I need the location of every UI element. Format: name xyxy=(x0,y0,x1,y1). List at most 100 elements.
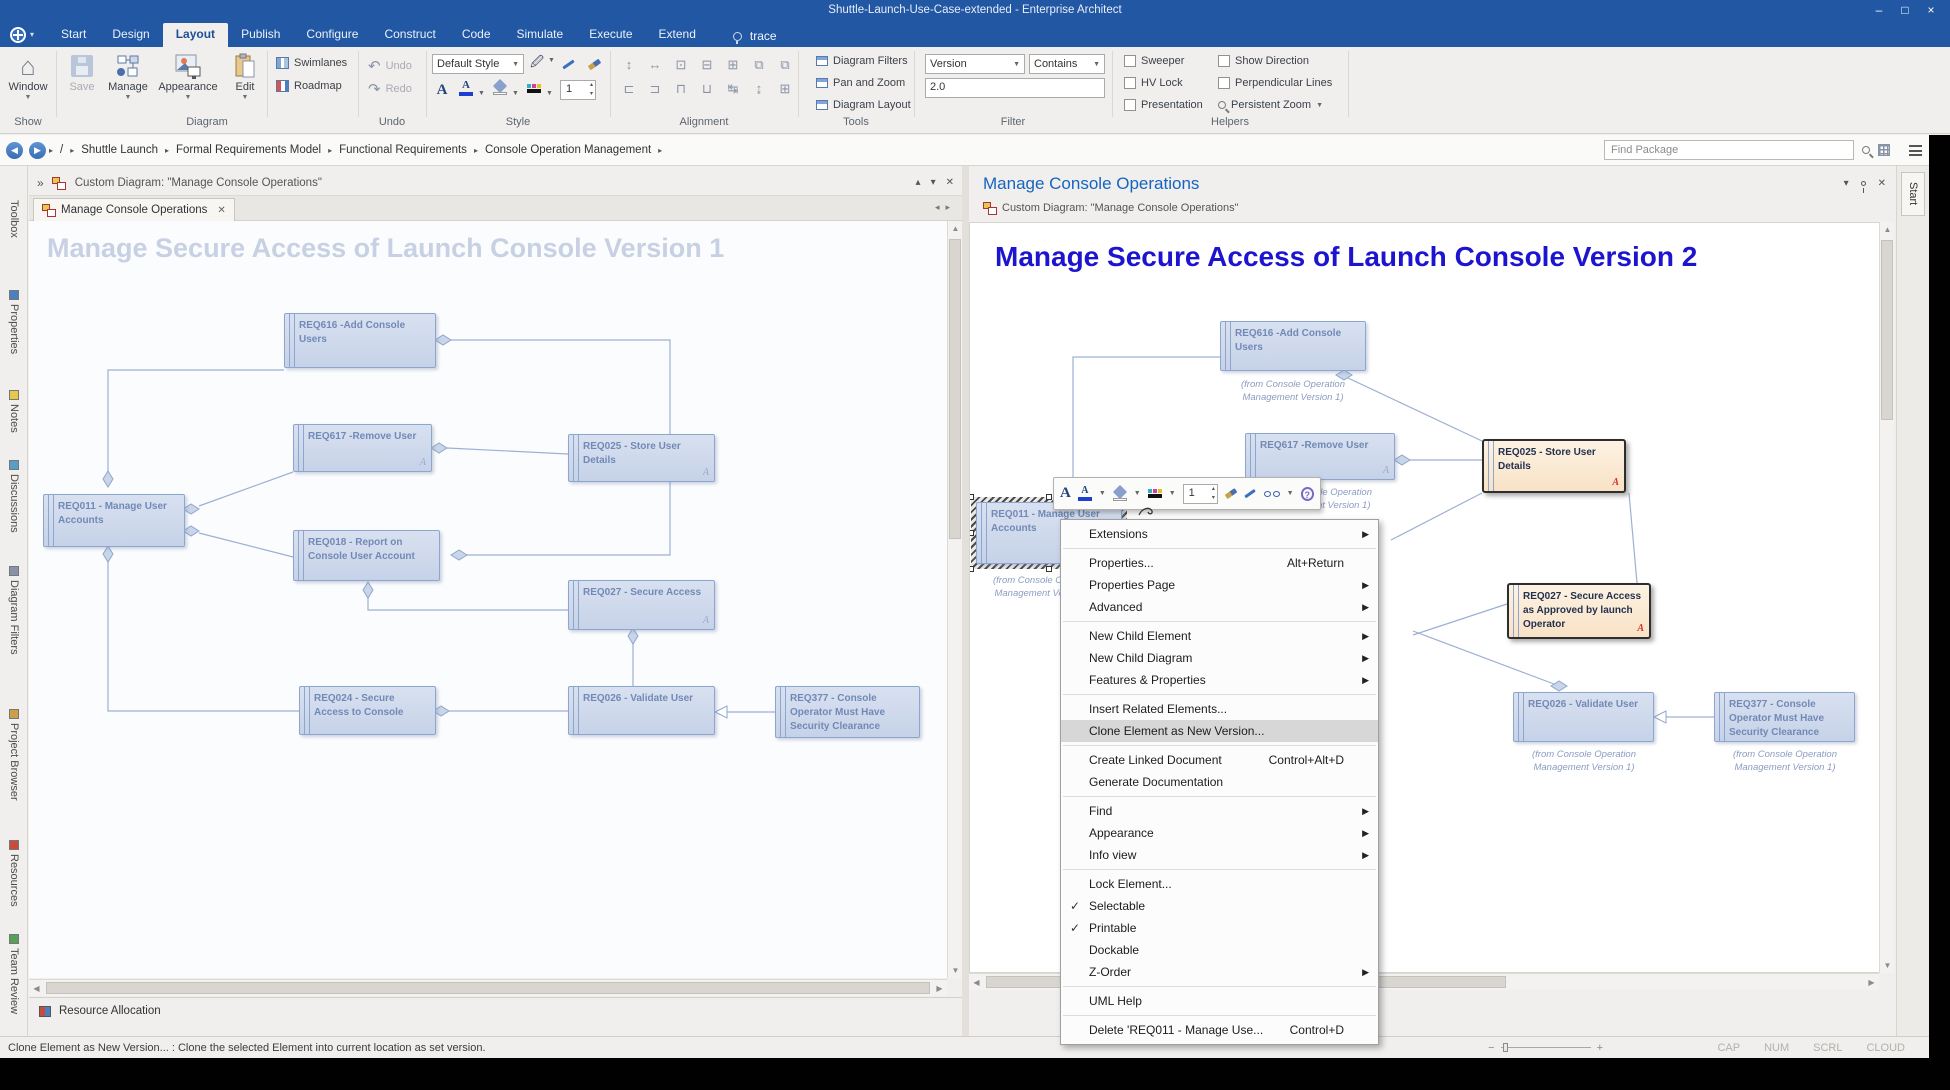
menu-item-dockable[interactable]: Dockable xyxy=(1061,939,1378,961)
grid-view-icon[interactable] xyxy=(1878,144,1890,156)
scroll-left-icon[interactable]: ◀ xyxy=(29,981,44,996)
eyedropper-icon[interactable] xyxy=(558,54,578,74)
left-vertical-scrollbar[interactable]: ▲ ▼ xyxy=(947,221,962,978)
app-logo-icon[interactable] xyxy=(10,27,26,43)
space-across-icon[interactable]: ↹ xyxy=(722,79,744,99)
tab-code[interactable]: Code xyxy=(449,23,504,47)
roadmap-button[interactable]: Roadmap xyxy=(276,80,342,92)
breadcrumb-root[interactable]: / xyxy=(60,144,63,156)
menu-item-new-child-element[interactable]: New Child Element▶ xyxy=(1061,625,1378,647)
format-brush-icon[interactable] xyxy=(1225,488,1238,499)
grid-layout-icon[interactable]: ⊞ xyxy=(774,79,796,99)
requirement-req025[interactable]: REQ025 - Store User DetailsA xyxy=(568,434,715,482)
menu-item-info-view[interactable]: Info view▶ xyxy=(1061,844,1378,866)
maximize-button[interactable]: □ xyxy=(1898,3,1912,17)
tab-extend[interactable]: Extend xyxy=(646,23,709,47)
line-width-stepper[interactable]: 1 xyxy=(1183,484,1218,504)
glasses-caret[interactable]: ▼ xyxy=(1287,490,1294,497)
breadcrumb-item[interactable]: Shuttle Launch xyxy=(81,144,158,156)
zoom-handle[interactable] xyxy=(1503,1043,1508,1052)
tab-construct[interactable]: Construct xyxy=(371,23,448,47)
close-button[interactable]: × xyxy=(1924,3,1938,17)
diagram-filters-button[interactable]: Diagram Filters xyxy=(816,55,908,67)
style-pen-icon[interactable]: 🖉 xyxy=(527,54,547,74)
menu-item-create-linked-document[interactable]: Create Linked DocumentControl+Alt+D xyxy=(1061,749,1378,771)
align-center-v-icon[interactable]: ⊞ xyxy=(722,55,744,75)
font-button[interactable]: A xyxy=(1060,485,1071,502)
sidebar-item-discussions[interactable]: Discussions xyxy=(0,460,28,533)
menu-item-insert-related-elements[interactable]: Insert Related Elements... xyxy=(1061,698,1378,720)
panel-close-icon[interactable]: ✕ xyxy=(1878,178,1886,189)
align-right-icon[interactable]: ⊐ xyxy=(644,79,666,99)
menu-item-properties[interactable]: Properties...Alt+Return xyxy=(1061,552,1378,574)
header-close-icon[interactable]: ✕ xyxy=(946,177,954,188)
sidebar-item-team-review[interactable]: Team Review xyxy=(0,934,28,1014)
same-width-icon[interactable]: ↔ xyxy=(644,55,666,75)
resource-allocation-tab[interactable]: Resource Allocation xyxy=(29,997,962,1024)
font-button[interactable]: A xyxy=(432,80,452,100)
filter-operator-dropdown[interactable]: Contains▼ xyxy=(1029,54,1105,74)
tab-start[interactable]: Start xyxy=(48,23,99,47)
presentation-checkbox[interactable]: Presentation xyxy=(1124,99,1203,111)
eyedropper-icon[interactable] xyxy=(1244,489,1256,499)
menu-item-clone-element-as-new-version[interactable]: Clone Element as New Version... xyxy=(1061,720,1378,742)
nav-back-button[interactable]: ◀ xyxy=(6,142,23,159)
tab-layout[interactable]: Layout xyxy=(163,23,228,47)
filter-value-input[interactable]: 2.0 xyxy=(925,78,1105,98)
perpendicular-lines-checkbox[interactable]: Perpendicular Lines xyxy=(1218,77,1332,89)
visual-style-glasses-icon[interactable] xyxy=(1264,491,1280,497)
minimize-button[interactable]: – xyxy=(1872,3,1886,17)
menu-item-printable[interactable]: ✓Printable xyxy=(1061,917,1378,939)
breadcrumb-item[interactable]: Functional Requirements xyxy=(339,144,467,156)
sidebar-item-toolbox[interactable]: Toolbox xyxy=(0,200,28,238)
format-brush-icon[interactable] xyxy=(584,54,604,74)
same-height-icon[interactable]: ↕ xyxy=(618,55,640,75)
space-down-icon[interactable]: ↨ xyxy=(748,79,770,99)
requirement-req377-v2[interactable]: REQ377 - Console Operator Must Have Secu… xyxy=(1714,692,1855,742)
pan-and-zoom-button[interactable]: Pan and Zoom xyxy=(816,77,905,89)
requirement-req024[interactable]: REQ024 - Secure Access to Console xyxy=(299,686,436,735)
send-backward-icon[interactable]: ⧉ xyxy=(774,55,796,75)
find-package-input[interactable]: Find Package xyxy=(1604,140,1854,160)
default-style-dropdown[interactable]: Default Style▼ xyxy=(432,54,524,74)
right-vertical-scrollbar[interactable]: ▲ ▼ xyxy=(1879,222,1894,973)
sidebar-item-notes[interactable]: Notes xyxy=(0,390,28,433)
zoom-in-icon[interactable]: + xyxy=(1597,1042,1603,1054)
collapse-header-icon[interactable]: ▴ xyxy=(916,177,921,188)
header-dropdown-icon[interactable]: ▾ xyxy=(931,177,936,188)
sidebar-item-resources[interactable]: Resources xyxy=(0,840,28,907)
align-left-icon[interactable]: ⊏ xyxy=(618,79,640,99)
breadcrumb-item[interactable]: Formal Requirements Model xyxy=(176,144,321,156)
nav-forward-button[interactable]: ▶ xyxy=(29,142,46,159)
resize-handle[interactable] xyxy=(1046,566,1052,572)
resize-handle[interactable] xyxy=(969,494,974,500)
align-bottom-icon[interactable]: ⊔ xyxy=(696,79,718,99)
menu-item-selectable[interactable]: ✓Selectable xyxy=(1061,895,1378,917)
menu-item-generate-documentation[interactable]: Generate Documentation xyxy=(1061,771,1378,793)
menu-item-uml-help[interactable]: UML Help xyxy=(1061,990,1378,1012)
fill-color-caret[interactable]: ▼ xyxy=(512,90,519,97)
appearance-button[interactable]: Appearance▼ xyxy=(152,51,224,101)
redo-button[interactable]: ↷Redo xyxy=(368,80,412,98)
line-color-caret[interactable]: ▼ xyxy=(546,90,553,97)
bring-forward-icon[interactable]: ⧉ xyxy=(748,55,770,75)
scroll-down-icon[interactable]: ▼ xyxy=(1880,958,1895,973)
start-dock-tab[interactable]: Start xyxy=(1901,172,1925,216)
undo-button[interactable]: ↶Undo xyxy=(368,57,412,75)
menu-item-appearance[interactable]: Appearance▶ xyxy=(1061,822,1378,844)
font-color-button[interactable]: A xyxy=(1078,486,1092,501)
scroll-up-icon[interactable]: ▲ xyxy=(948,221,963,236)
menu-item-features-properties[interactable]: Features & Properties▶ xyxy=(1061,669,1378,691)
edit-button[interactable]: Edit▼ xyxy=(226,51,264,101)
tab-manage-console-operations[interactable]: Manage Console Operations✕ xyxy=(33,198,235,221)
requirement-req617-v2[interactable]: REQ617 -Remove UserA xyxy=(1245,433,1395,480)
window-button[interactable]: ⌂ Window▼ xyxy=(4,51,52,101)
left-horizontal-scrollbar[interactable]: ◀ ▶ xyxy=(29,979,947,996)
save-button[interactable]: Save xyxy=(62,51,102,93)
requirement-req026[interactable]: REQ026 - Validate User xyxy=(568,686,715,735)
hv-lock-checkbox[interactable]: HV Lock xyxy=(1124,77,1183,89)
search-icon[interactable] xyxy=(1862,146,1870,154)
requirement-req011[interactable]: REQ011 - Manage User Accounts xyxy=(43,494,185,547)
scroll-right-icon[interactable]: ▶ xyxy=(1864,975,1879,990)
style-pen-caret[interactable]: ▼ xyxy=(548,57,555,64)
